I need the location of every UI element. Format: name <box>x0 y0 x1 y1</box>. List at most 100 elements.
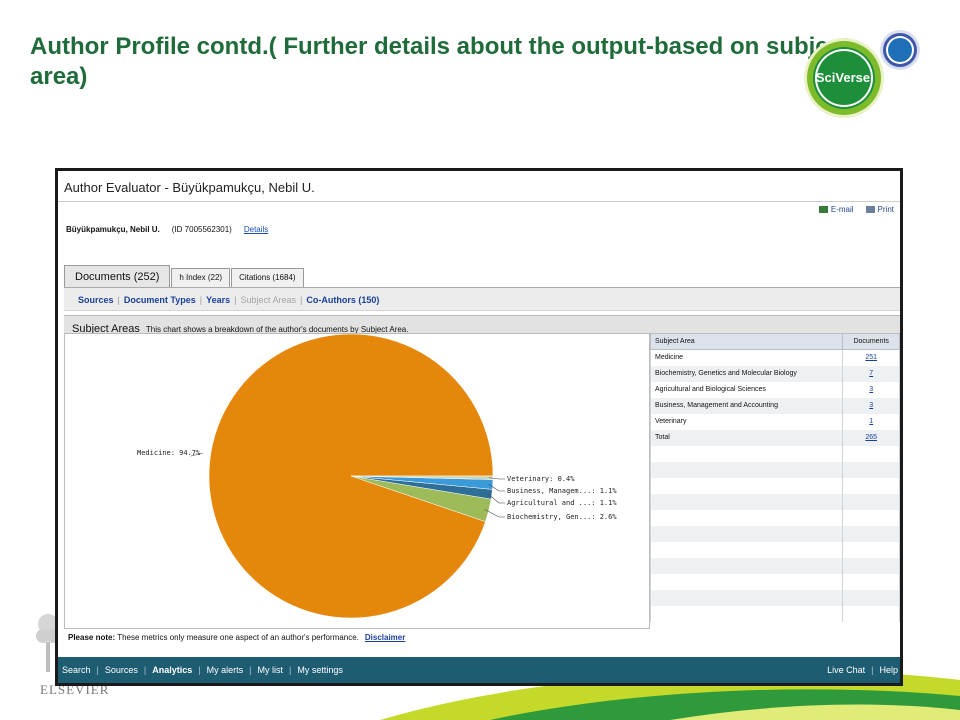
nav-my-alerts[interactable]: My alerts <box>207 665 244 675</box>
nav-separator: | <box>198 665 201 675</box>
table-empty-row <box>649 525 900 542</box>
subject-area-cell: Agricultural and Biological Sciences <box>649 381 844 398</box>
documents-cell <box>842 445 900 462</box>
table-row: Business, Management and Accounting 3 <box>649 397 900 414</box>
table-row: Total 265 <box>649 429 900 446</box>
subnav-years[interactable]: Years <box>206 295 230 305</box>
author-evaluator-window: Author Evaluator - Büyükpamukçu, Nebil U… <box>55 168 903 686</box>
bottom-nav-left: Search | Sources | Analytics | My alerts | My li… <box>62 665 343 683</box>
nav-separator: | <box>249 665 252 675</box>
print-button[interactable]: Print <box>865 205 894 214</box>
disclaimer-link[interactable]: Disclaimer <box>365 633 405 642</box>
metric-tabs: Documents (252) h Index (22) Citations (… <box>64 265 305 287</box>
documents-count-link[interactable]: 7 <box>869 370 873 377</box>
author-info: Büyükpamukçu, Nebil U. (ID 7005562301) Det… <box>66 225 268 234</box>
subject-area-cell: Veterinary <box>649 413 844 430</box>
subject-area-cell <box>649 445 844 462</box>
subject-area-cell <box>649 509 844 526</box>
details-link[interactable]: Details <box>244 225 268 234</box>
tab-citations[interactable]: Citations (1684) <box>231 268 304 287</box>
bottom-nav-right: Live Chat | Help <box>827 665 900 683</box>
nav-live-chat[interactable]: Live Chat <box>827 665 865 675</box>
email-label: E-mail <box>830 205 854 214</box>
print-label: Print <box>877 205 894 214</box>
subject-area-table: Subject Area Documents Medicine 251 Bioche… <box>649 333 900 622</box>
pie-label: Medicine: 94.7% <box>137 449 201 457</box>
documents-cell <box>842 573 900 590</box>
table-row: Veterinary 1 <box>649 413 900 430</box>
documents-cell <box>842 461 900 478</box>
nav-my-list[interactable]: My list <box>257 665 283 675</box>
window-title: Author Evaluator - Büyükpamukçu, Nebil U… <box>64 180 315 195</box>
documents-cell: 7 <box>842 365 900 382</box>
nav-analytics[interactable]: Analytics <box>152 665 192 675</box>
documents-cell <box>842 557 900 574</box>
subnav-co-authors[interactable]: Co-Authors (150) <box>306 295 379 305</box>
documents-count-link[interactable]: 265 <box>865 434 877 441</box>
documents-count-link[interactable]: 3 <box>869 386 873 393</box>
subnav-separator: | <box>300 295 303 305</box>
slide-title: Author Profile contd.( Further details a… <box>30 33 850 90</box>
table-empty-row <box>649 493 900 510</box>
documents-cell: 251 <box>842 349 900 366</box>
nav-separator: | <box>96 665 99 675</box>
column-header-subject-area[interactable]: Subject Area <box>649 333 844 350</box>
subject-area-cell: Biochemistry, Genetics and Molecular Bio… <box>649 365 844 382</box>
table-empty-row <box>649 477 900 494</box>
tab-documents[interactable]: Documents (252) <box>64 265 171 287</box>
bottom-navigation: Search | Sources | Analytics | My alerts | My li… <box>58 657 900 683</box>
author-id: (ID 7005562301) <box>171 225 232 234</box>
documents-cell: 265 <box>842 429 900 446</box>
documents-count-link[interactable]: 251 <box>865 354 877 361</box>
table-empty-row <box>649 557 900 574</box>
nav-help[interactable]: Help <box>879 665 898 675</box>
nav-my-settings[interactable]: My settings <box>297 665 343 675</box>
table-row: Medicine 251 <box>649 349 900 366</box>
documents-count-link[interactable]: 3 <box>869 402 873 409</box>
documents-cell: 3 <box>842 381 900 398</box>
subject-area-cell: Total <box>649 429 844 446</box>
table-empty-row <box>649 605 900 622</box>
subnav-separator: | <box>234 295 237 305</box>
table-empty-row <box>649 541 900 558</box>
documents-cell: 1 <box>842 413 900 430</box>
subject-area-cell <box>649 541 844 558</box>
pie-label: Business, Managem...: 1.1% <box>507 487 617 495</box>
table-header-row: Subject Area Documents <box>649 333 900 350</box>
toolbar: E-mail Print <box>818 205 894 214</box>
note-label: Please note: <box>68 633 116 642</box>
subject-area-cell <box>649 557 844 574</box>
nav-separator: | <box>871 665 874 675</box>
subject-area-cell <box>649 589 844 606</box>
subject-area-cell <box>649 573 844 590</box>
note-text: These metrics only measure one aspect of… <box>117 633 359 642</box>
documents-cell: 3 <box>842 397 900 414</box>
author-name: Büyükpamukçu, Nebil U. <box>66 225 160 234</box>
subject-area-cell <box>649 605 844 622</box>
subject-area-table-panel: Subject Area Documents Medicine 251 Bioche… <box>649 333 900 629</box>
subject-area-cell: Medicine <box>649 349 844 366</box>
nav-search[interactable]: Search <box>62 665 91 675</box>
table-empty-row <box>649 461 900 478</box>
pie-label: Agricultural and ...: 1.1% <box>507 499 617 507</box>
subnav-document-types[interactable]: Document Types <box>124 295 196 305</box>
printer-icon <box>865 206 875 214</box>
sciverse-logo-text: SciVerse <box>815 70 871 85</box>
mail-icon <box>818 206 828 214</box>
table-empty-row <box>649 509 900 526</box>
pie-label: Veterinary: 0.4% <box>507 475 575 483</box>
documents-cell <box>842 589 900 606</box>
column-header-documents[interactable]: Documents <box>842 333 900 350</box>
table-row: Biochemistry, Genetics and Molecular Bio… <box>649 365 900 382</box>
documents-count-link[interactable]: 1 <box>869 418 873 425</box>
email-button[interactable]: E-mail <box>818 205 854 214</box>
documents-cell <box>842 605 900 622</box>
tab-h-index[interactable]: h Index (22) <box>171 268 231 287</box>
subnav-separator: | <box>117 295 120 305</box>
pie-label: Biochemistry, Gen...: 2.6% <box>507 513 617 521</box>
subnav-sources[interactable]: Sources <box>78 295 114 305</box>
title-divider <box>58 201 900 202</box>
nav-separator: | <box>288 665 292 675</box>
nav-sources[interactable]: Sources <box>105 665 138 675</box>
table-empty-row <box>649 589 900 606</box>
